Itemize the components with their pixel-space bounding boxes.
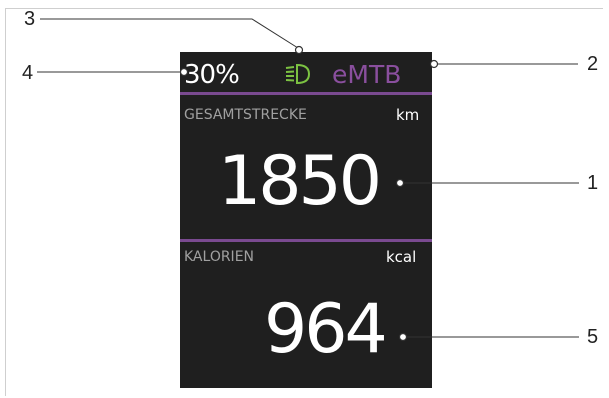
riding-mode: eMTB [332, 60, 402, 89]
calories-unit: kcal [386, 248, 417, 266]
battery-level: 30% [184, 60, 240, 90]
bike-display: 30% eMTB GESAMTSTRECKE km 1850 KALORIEN … [180, 52, 432, 388]
callout-2: 2 [587, 53, 599, 75]
callout-4: 4 [22, 62, 34, 84]
calories-label: KALORIEN [184, 249, 255, 265]
total-distance-unit: km [396, 106, 420, 124]
divider-middle [180, 239, 432, 242]
divider-top [180, 92, 432, 95]
status-bar: 30% eMTB [180, 52, 432, 94]
headlight-icon [283, 63, 313, 85]
calories-value: 964 [264, 290, 388, 369]
callout-5: 5 [587, 326, 599, 348]
total-distance-label: GESAMTSTRECKE [184, 107, 307, 123]
callout-3: 3 [24, 8, 36, 30]
callout-1: 1 [587, 172, 599, 194]
total-distance-value: 1850 [218, 142, 382, 221]
